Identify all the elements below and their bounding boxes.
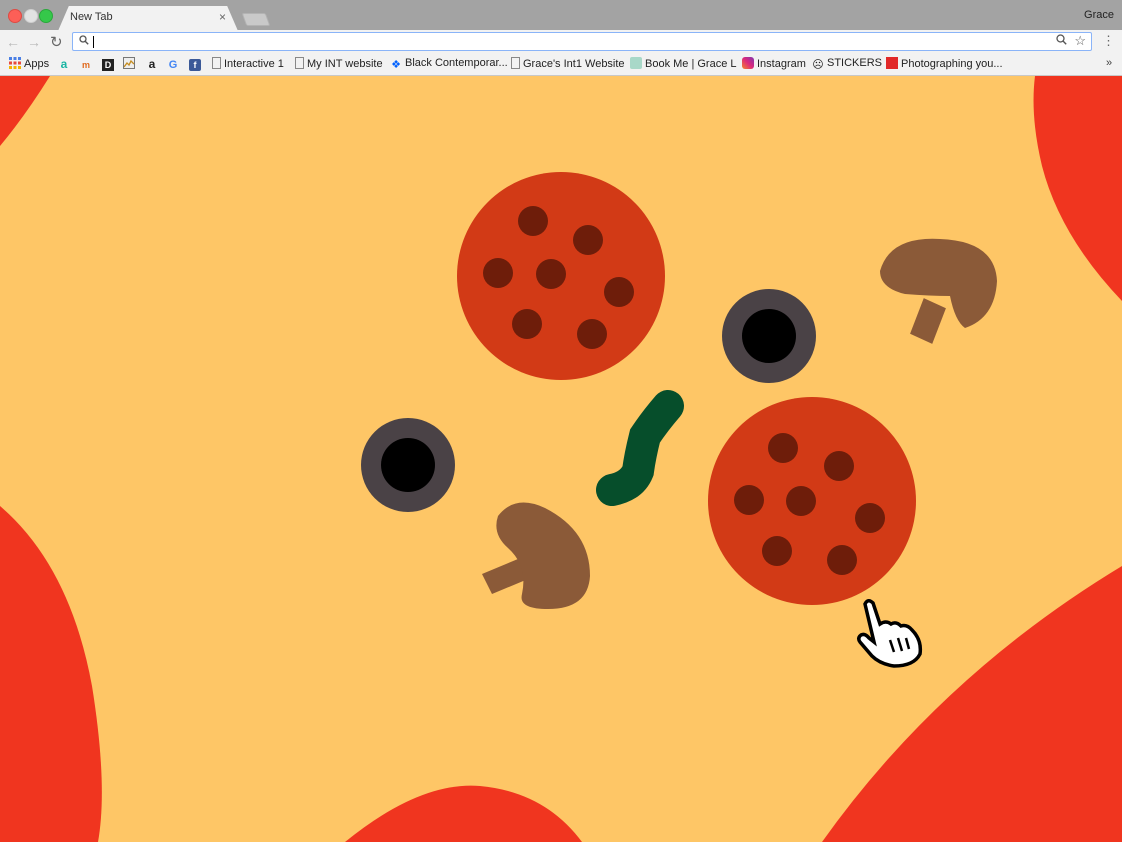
pepperoni-top — [457, 172, 665, 380]
bookmark-label: My INT website — [307, 58, 383, 70]
page-icon — [511, 57, 520, 69]
sticker-icon: ☹ — [812, 59, 824, 71]
bookmark-google[interactable]: G — [167, 57, 182, 73]
bookmark-stickers[interactable]: ☹ STICKERS — [812, 57, 882, 73]
bookmark-facebook[interactable]: f — [189, 57, 204, 73]
olive-right — [722, 289, 816, 383]
bookmark-instagram[interactable]: Instagram — [742, 57, 806, 73]
bookmark-label: Instagram — [757, 58, 806, 70]
back-icon[interactable]: ← — [6, 34, 20, 50]
bookmark-amazon[interactable]: a — [146, 57, 161, 73]
reload-icon[interactable]: ↻ — [50, 33, 63, 51]
profile-button[interactable]: Grace — [1084, 9, 1114, 21]
google-icon: G — [168, 59, 178, 71]
bookmark-image-site[interactable] — [123, 57, 138, 73]
bookmark-apps[interactable]: Apps — [9, 57, 49, 73]
bookmarks-overflow-button[interactable]: » — [1106, 57, 1112, 69]
page-icon — [212, 57, 221, 69]
bookmark-label: STICKERS — [827, 57, 883, 69]
bookmark-star-icon[interactable]: ☆ — [1074, 33, 1086, 49]
tab-close-icon[interactable]: × — [219, 10, 226, 24]
a-logo-icon: a — [60, 57, 68, 71]
bookmark-label: Black Contemporar... — [405, 57, 508, 69]
flipboard-icon — [886, 57, 898, 69]
zoom-window-icon[interactable] — [39, 9, 53, 23]
zoom-icon[interactable] — [1056, 34, 1067, 48]
tab-title: New Tab — [70, 11, 113, 23]
new-tab-button[interactable] — [241, 13, 271, 26]
bookmark-label: Interactive 1 — [224, 58, 284, 70]
address-bar[interactable]: ☆ — [72, 32, 1092, 51]
pizza-illustration — [0, 76, 1122, 842]
pepperoni-bottom — [708, 397, 916, 605]
m-logo-icon: m — [81, 60, 90, 70]
toolbar: ← → ↻ ☆ ⋮ — [0, 30, 1122, 55]
amazon-icon: a — [148, 57, 156, 71]
forward-icon[interactable]: → — [27, 34, 41, 50]
bookmark-photographing[interactable]: Photographing you... — [886, 57, 1003, 73]
facebook-icon: f — [189, 59, 201, 71]
bookmark-graces-int1-website[interactable]: Grace's Int1 Website — [511, 57, 625, 73]
bookmark-black-contemporary[interactable]: ❖ Black Contemporar... — [390, 57, 508, 73]
image-site-icon — [123, 57, 135, 69]
bookmark-label: Book Me | Grace L — [645, 58, 737, 70]
apps-grid-icon — [9, 57, 21, 69]
title-bar: New Tab × Grace — [0, 0, 1122, 31]
close-window-icon[interactable] — [8, 9, 22, 23]
instagram-icon — [742, 57, 754, 69]
address-input[interactable] — [95, 33, 995, 50]
vertical-dots-icon[interactable]: ⋮ — [1102, 33, 1115, 49]
bookmark-m-logo[interactable]: m — [80, 57, 95, 73]
bookmark-label: Photographing you... — [901, 58, 1003, 70]
bookmarks-bar: Apps a m D a G f Interactive 1 My INT we… — [0, 55, 1122, 76]
bookmark-my-int-website[interactable]: My INT website — [295, 57, 383, 73]
bookmark-d-logo[interactable]: D — [102, 57, 117, 73]
text-caret — [93, 36, 94, 48]
bookmark-label: Grace's Int1 Website — [523, 58, 625, 70]
dropbox-icon: ❖ — [391, 59, 401, 71]
bookmark-label: Apps — [24, 58, 50, 70]
bookmark-a-logo[interactable]: a — [58, 57, 73, 73]
minimize-window-icon[interactable] — [24, 9, 38, 23]
browser-window: New Tab × Grace ← → ↻ ☆ ⋮ Apps a m D a G… — [0, 0, 1122, 842]
d-logo-icon: D — [102, 59, 114, 71]
olive-left — [361, 418, 455, 512]
page-icon — [295, 57, 304, 69]
site-favicon-icon — [630, 57, 642, 69]
page-content — [0, 76, 1122, 842]
bookmark-interactive-1[interactable]: Interactive 1 — [212, 57, 284, 73]
tab-new-tab[interactable]: New Tab × — [58, 6, 238, 31]
bookmark-book-me[interactable]: Book Me | Grace L — [630, 57, 737, 73]
search-icon — [79, 35, 89, 48]
